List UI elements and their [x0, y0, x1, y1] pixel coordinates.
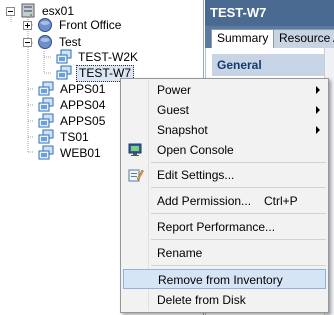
tab-summary[interactable]: Summary [211, 29, 275, 48]
edit-settings-icon [128, 167, 144, 183]
menu-item-snapshot[interactable]: Snapshot [123, 120, 326, 140]
tree-node-label: WEB01 [60, 146, 101, 160]
menu-item-edit-settings[interactable]: Edit Settings... [123, 165, 326, 185]
vm-icon [56, 49, 72, 65]
submenu-arrow-icon [316, 126, 320, 134]
vm-icon [38, 81, 54, 97]
vm-icon [38, 113, 54, 129]
resource-pool-icon [37, 17, 53, 33]
collapse-icon[interactable] [6, 6, 15, 16]
menu-item-label: Edit Settings... [157, 168, 235, 182]
vm-icon [38, 129, 54, 145]
menu-item-label: Guest [157, 103, 190, 117]
tab-strip: Summary Resource A [205, 26, 334, 48]
menu-item-label: Delete from Disk [157, 293, 246, 307]
menu-separator [151, 162, 326, 163]
menu-separator [151, 265, 326, 266]
tree-node-label: Front Office [59, 18, 122, 32]
submenu-arrow-icon [316, 106, 320, 114]
menu-item-add-permission[interactable]: Add Permission... Ctrl+P [123, 191, 326, 211]
tab-resource-allocation[interactable]: Resource A [273, 29, 334, 48]
menu-item-delete-from-disk[interactable]: Delete from Disk [123, 290, 326, 310]
menu-item-rename[interactable]: Rename [123, 243, 326, 263]
menu-item-shortcut: Ctrl+P [264, 194, 298, 208]
menu-separator [151, 239, 326, 240]
submenu-arrow-icon [316, 86, 320, 94]
menu-item-guest[interactable]: Guest [123, 100, 326, 120]
panel-title: TEST-W7 [205, 0, 334, 26]
resource-pool-icon [37, 34, 53, 50]
expand-icon[interactable] [23, 20, 32, 30]
menu-separator [151, 187, 326, 188]
menu-item-label: Remove from Inventory [158, 273, 283, 287]
menu-item-open-console[interactable]: Open Console [123, 140, 326, 160]
console-icon [128, 142, 144, 158]
menu-item-remove-from-inventory[interactable]: Remove from Inventory [123, 269, 326, 289]
section-header-general: General [212, 54, 334, 76]
tree-node-web01[interactable]: WEB01 [38, 144, 103, 162]
menu-item-label: Report Performance... [157, 220, 276, 234]
vm-icon [38, 97, 54, 113]
context-menu: Power Guest Snapshot Open Console Edit S… [120, 78, 329, 313]
menu-item-label: Rename [157, 246, 203, 260]
menu-separator [151, 213, 326, 214]
vm-icon [56, 65, 72, 81]
collapse-icon[interactable] [23, 37, 32, 47]
menu-item-label: Snapshot [157, 123, 208, 137]
tree-node-front-office[interactable]: Front Office [23, 16, 123, 34]
menu-item-label: Add Permission... [157, 194, 252, 208]
menu-item-report-performance[interactable]: Report Performance... [123, 217, 326, 237]
menu-item-label: Open Console [157, 143, 234, 157]
menu-item-label: Power [157, 83, 192, 97]
vm-icon [38, 145, 54, 161]
menu-item-power[interactable]: Power [123, 80, 326, 100]
